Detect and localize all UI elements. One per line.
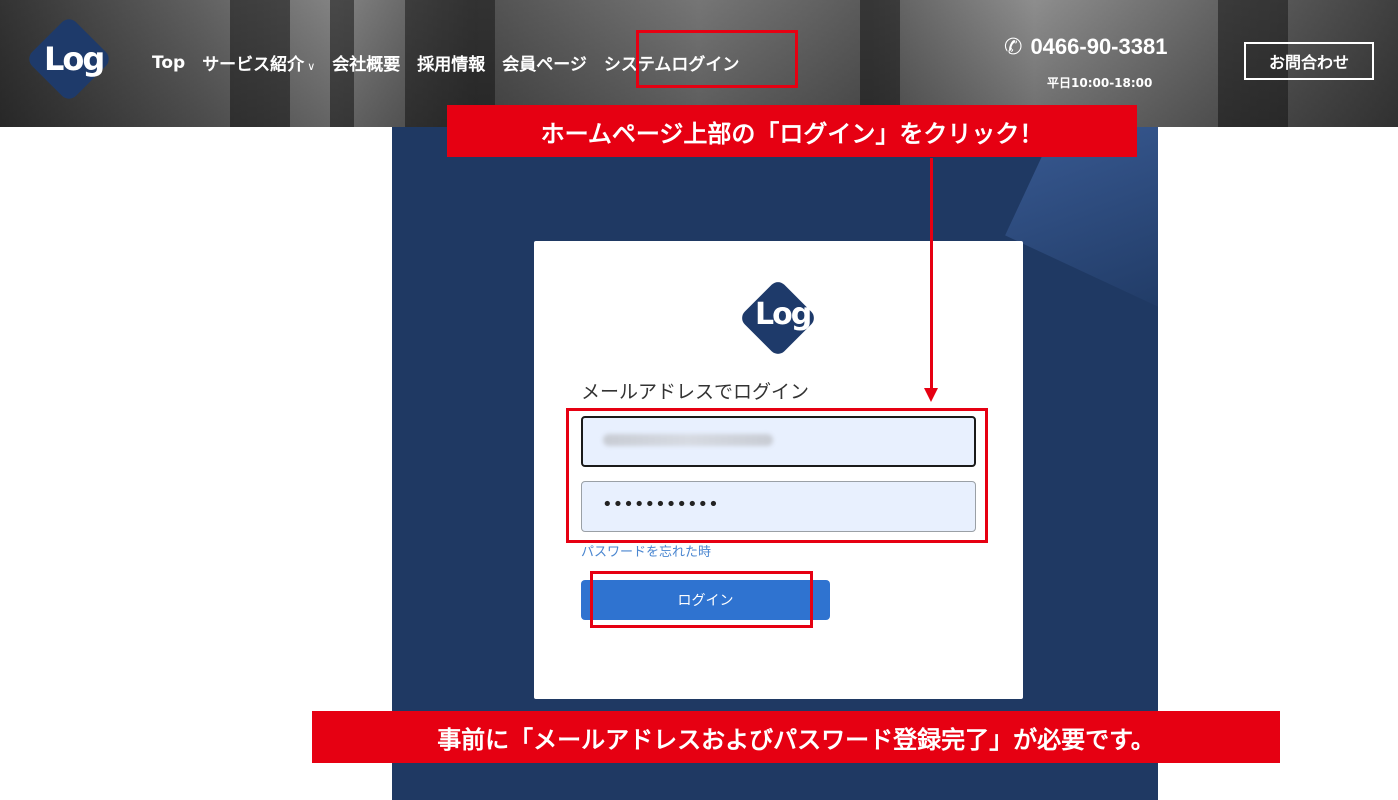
nav-item-top[interactable]: Top [152,53,185,73]
nav-item-company[interactable]: 会社概要 [332,50,400,75]
phone-icon: ✆ [1004,35,1023,60]
login-heading: メールアドレスでログイン [581,381,810,403]
nav-item-label: サービス紹介 [202,55,305,75]
forgot-password-link[interactable]: パスワードを忘れた時 [581,541,711,560]
phone-contact[interactable]: ✆ 0466-90-3381 平日10:00-18:00 [1004,34,1168,90]
highlight-credentials [566,408,988,543]
logo-text: Log [44,40,105,78]
highlight-system-login [636,30,798,88]
contact-button[interactable]: お問合わせ [1244,42,1374,80]
business-hours: 平日10:00-18:00 [1047,76,1153,90]
annotation-click-login: ホームページ上部の「ログイン」をクリック！ [447,105,1137,157]
chevron-down-icon: ∨ [307,60,316,73]
nav-item-recruit[interactable]: 採用情報 [417,50,485,75]
annotation-arrow [930,158,933,390]
card-logo-text: Log [755,297,812,332]
phone-number: 0466-90-3381 [1030,34,1168,59]
nav-item-members[interactable]: 会員ページ [502,50,587,75]
arrow-down-icon [924,388,938,402]
annotation-prerequisite: 事前に「メールアドレスおよびパスワード登録完了」が必要です。 [312,711,1280,763]
nav-item-services[interactable]: サービス紹介 ∨ [202,50,315,75]
highlight-login-button [590,571,813,628]
